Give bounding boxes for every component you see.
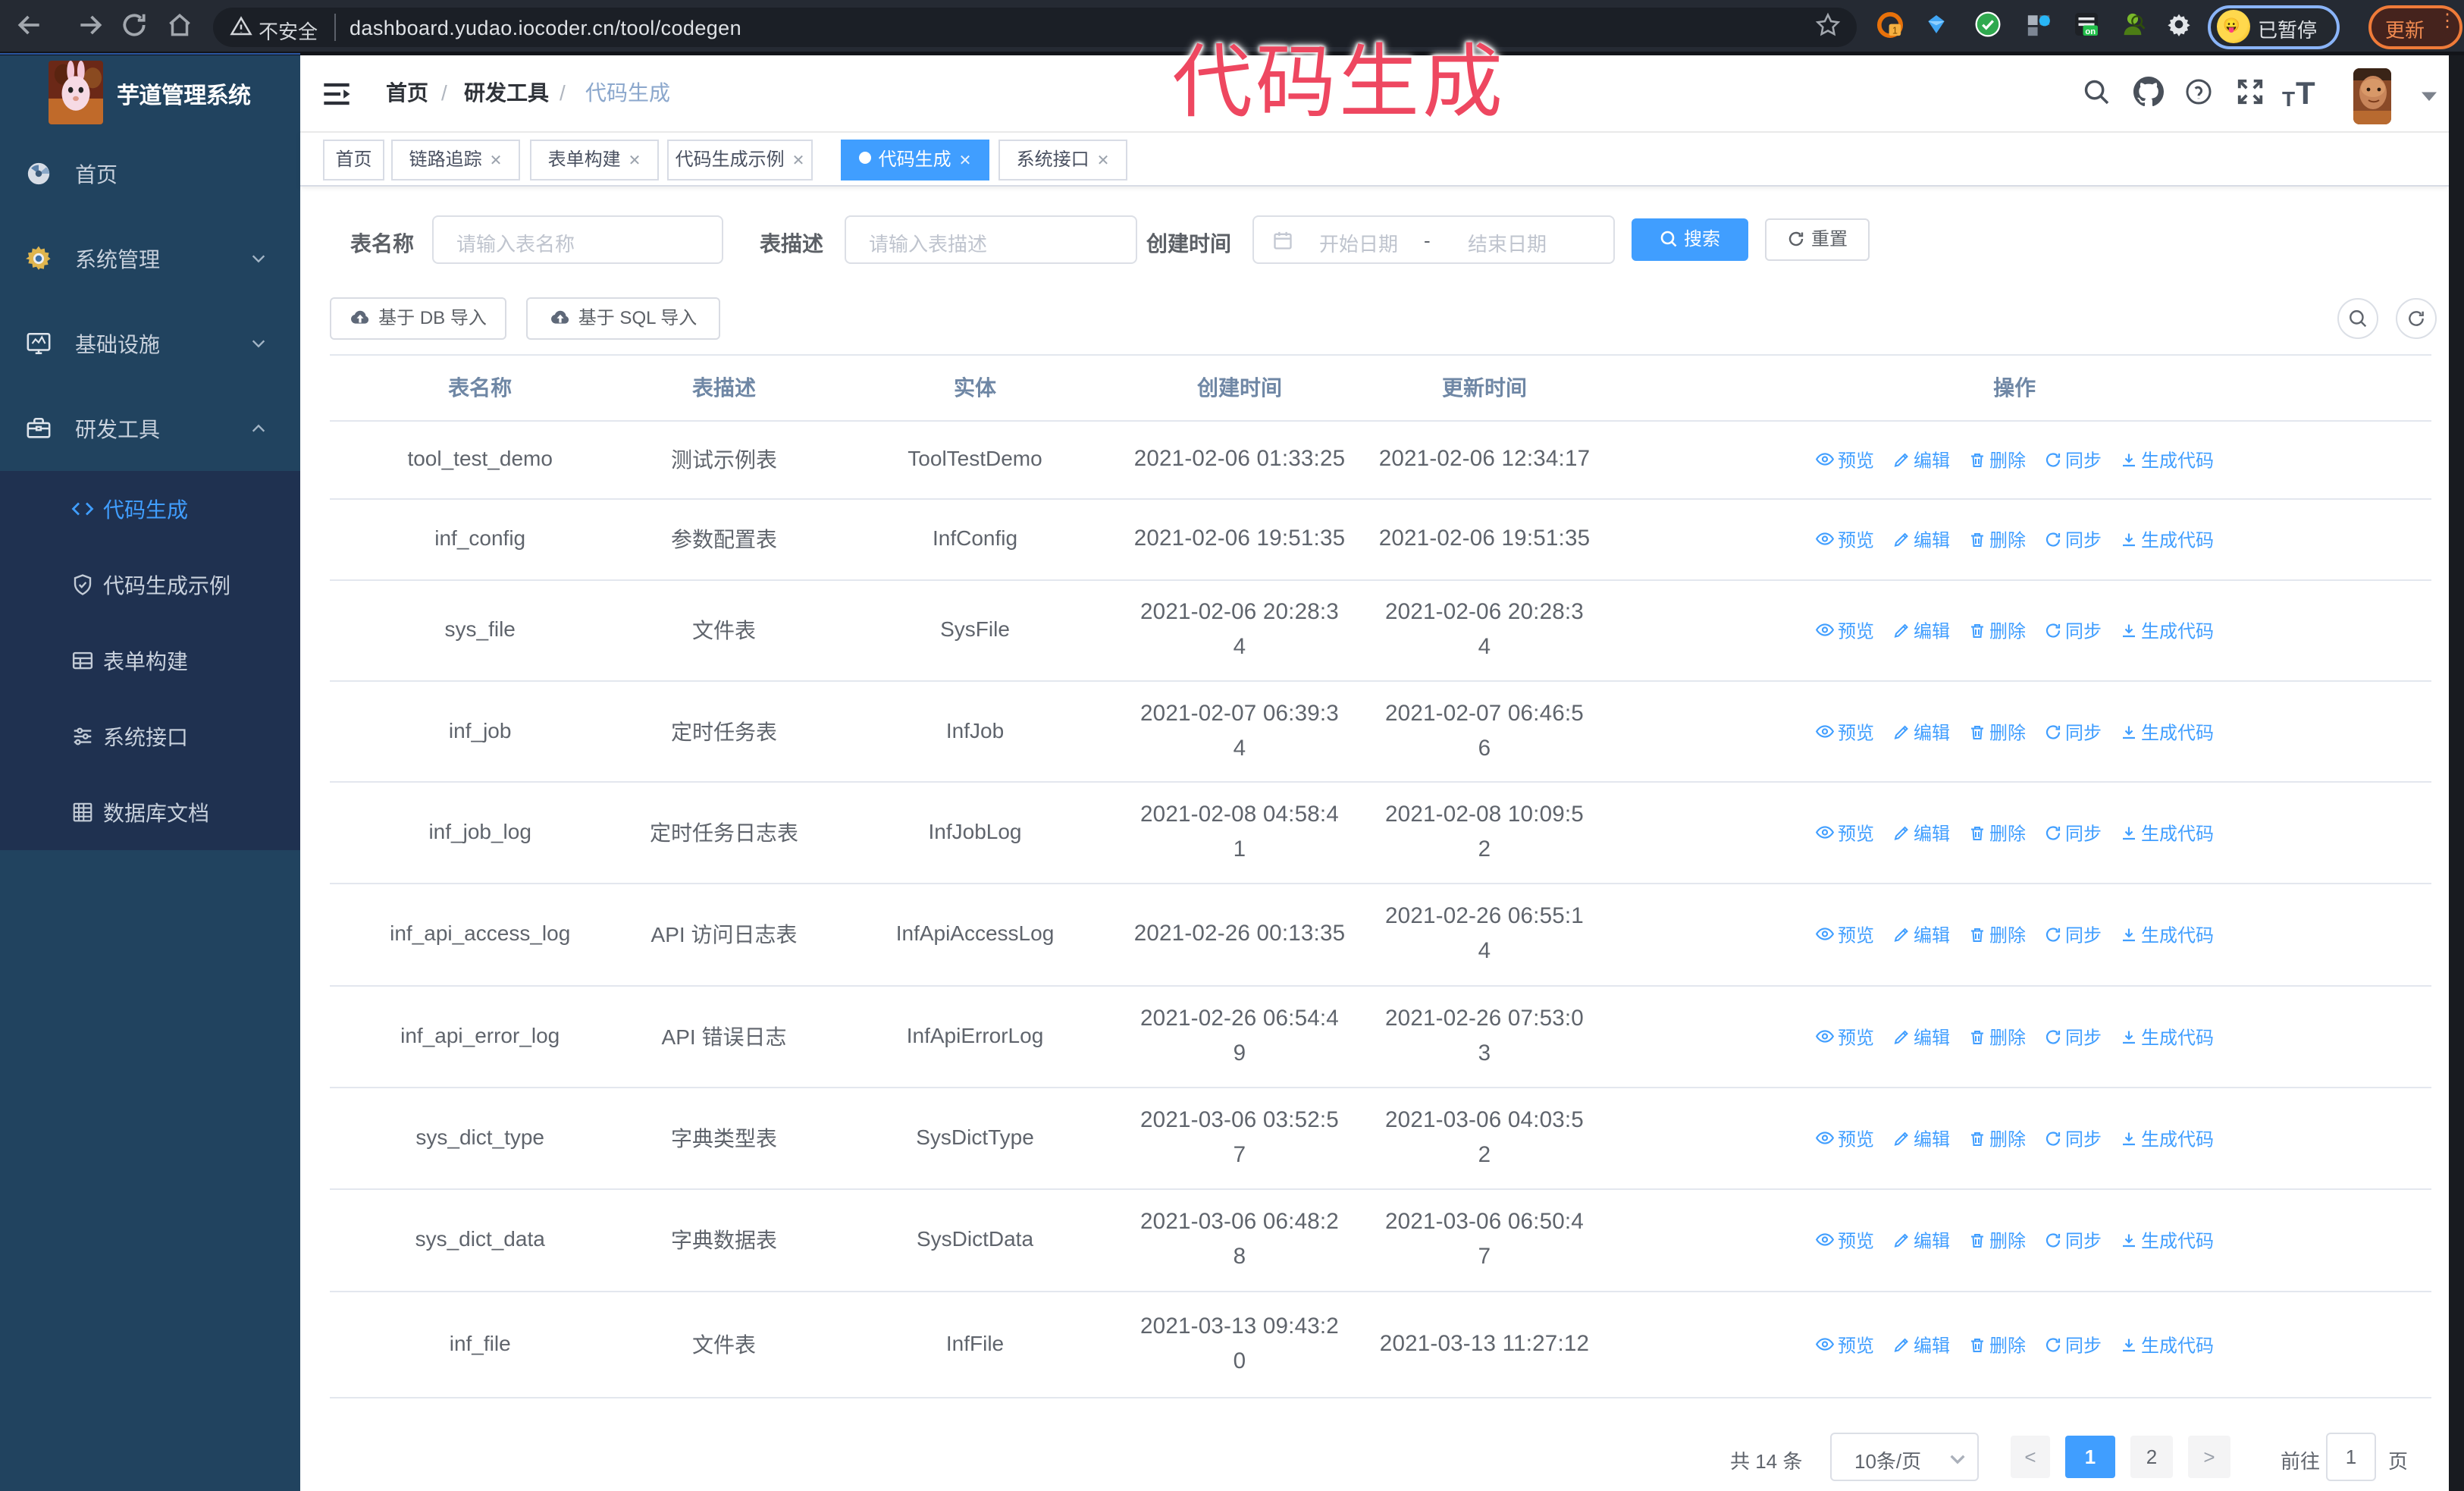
svg-text:on: on <box>2085 27 2096 36</box>
svg-text:1: 1 <box>1892 24 1898 36</box>
